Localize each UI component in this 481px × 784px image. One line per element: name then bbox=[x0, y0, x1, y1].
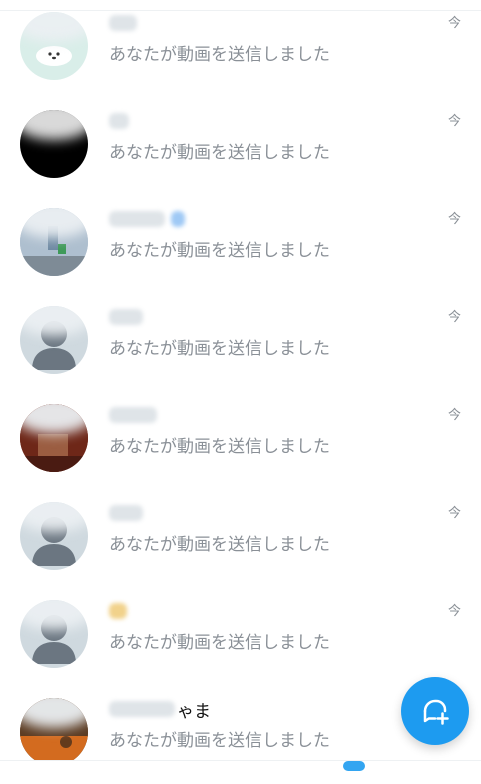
obscured-name bbox=[109, 603, 127, 619]
conversation-name bbox=[109, 208, 185, 230]
avatar[interactable] bbox=[20, 306, 88, 374]
obscured-name bbox=[109, 701, 175, 717]
obscured-name bbox=[109, 15, 137, 31]
obscured-name bbox=[109, 407, 157, 423]
conversation-time: 今 bbox=[447, 212, 461, 227]
conversation-row[interactable]: あなたが動画を送信しました 今 bbox=[0, 294, 481, 392]
avatar-obscured-area bbox=[20, 306, 88, 336]
conversation-preview: あなたが動画を送信しました bbox=[109, 535, 330, 555]
conversation-preview: あなたが動画を送信しました bbox=[109, 143, 330, 163]
avatar-obscured-area bbox=[20, 404, 88, 434]
bottom-nav-indicator bbox=[343, 761, 365, 771]
conversation-time: 今 bbox=[447, 604, 461, 619]
obscured-name bbox=[109, 113, 129, 129]
avatar-obscured-area bbox=[20, 600, 88, 630]
avatar[interactable] bbox=[20, 12, 88, 80]
avatar-obscured-area bbox=[20, 12, 88, 42]
obscured-name bbox=[109, 211, 165, 227]
conversation-name bbox=[109, 404, 157, 426]
avatar[interactable] bbox=[20, 600, 88, 668]
conversation-name bbox=[109, 306, 143, 328]
conversation-name bbox=[109, 12, 137, 34]
avatar[interactable] bbox=[20, 404, 88, 472]
conversation-time: 今 bbox=[447, 506, 461, 521]
conversation-row[interactable]: あなたが動画を送信しました 今 bbox=[0, 392, 481, 490]
avatar-obscured-area bbox=[20, 110, 88, 140]
avatar[interactable] bbox=[20, 502, 88, 570]
conversation-time: 今 bbox=[447, 408, 461, 423]
conversation-time: 今 bbox=[447, 16, 461, 31]
conversation-row[interactable]: あなたが動画を送信しました 今 bbox=[0, 196, 481, 294]
conversation-preview: あなたが動画を送信しました bbox=[109, 241, 330, 261]
avatar-obscured-area bbox=[20, 698, 88, 728]
conversation-time: 今 bbox=[447, 310, 461, 325]
conversation-row[interactable]: あなたが動画を送信しました 今 bbox=[0, 490, 481, 588]
verified-badge-icon bbox=[171, 211, 185, 227]
new-message-button[interactable] bbox=[401, 677, 469, 745]
conversation-time: 今 bbox=[447, 114, 461, 129]
conversation-preview: あなたが動画を送信しました bbox=[109, 437, 330, 457]
conversation-name: ゃま bbox=[109, 698, 211, 722]
conversation-preview: あなたが動画を送信しました bbox=[109, 45, 330, 65]
conversation-row[interactable]: あなたが動画を送信しました 今 bbox=[0, 588, 481, 686]
new-message-icon bbox=[423, 699, 449, 725]
avatar-obscured-area bbox=[20, 208, 88, 238]
conversation-preview: あなたが動画を送信しました bbox=[109, 339, 330, 359]
conversation-preview: あなたが動画を送信しました bbox=[109, 633, 330, 653]
conversation-name-suffix: ゃま bbox=[177, 701, 211, 722]
avatar[interactable] bbox=[20, 698, 88, 766]
obscured-name bbox=[109, 505, 143, 521]
conversation-name bbox=[109, 110, 129, 132]
conversation-row[interactable]: あなたが動画を送信しました 今 bbox=[0, 0, 481, 98]
conversation-name bbox=[109, 502, 143, 524]
conversation-row[interactable]: あなたが動画を送信しました 今 bbox=[0, 98, 481, 196]
avatar-obscured-area bbox=[20, 502, 88, 532]
avatar[interactable] bbox=[20, 208, 88, 276]
avatar[interactable] bbox=[20, 110, 88, 178]
conversation-name bbox=[109, 600, 127, 622]
obscured-name bbox=[109, 309, 143, 325]
conversation-preview: あなたが動画を送信しました bbox=[109, 731, 330, 751]
